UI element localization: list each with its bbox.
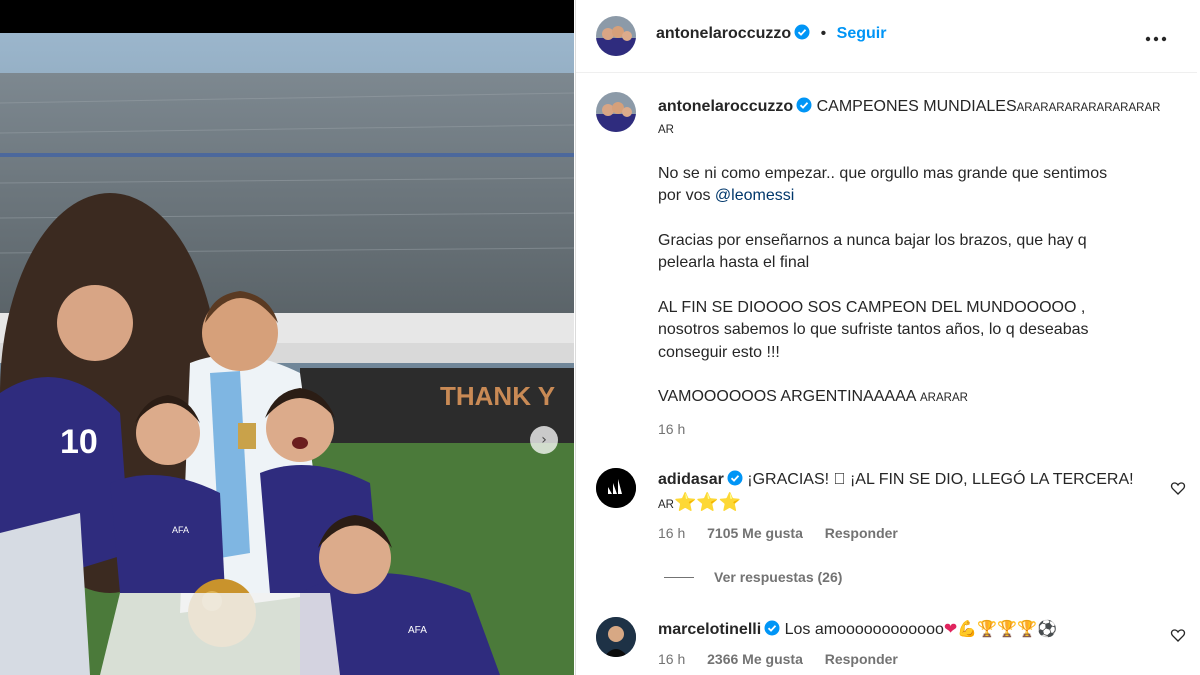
replies-divider xyxy=(664,576,694,578)
crest-text: AFA xyxy=(172,525,189,535)
caption-avatar[interactable] xyxy=(596,92,636,132)
view-replies-button[interactable]: Ver respuestas (26) xyxy=(664,569,842,585)
separator-dot: • xyxy=(820,25,827,42)
emoji-reactions: ❤💪🏆🏆🏆⚽ xyxy=(943,619,1057,638)
verified-badge-icon xyxy=(727,470,743,486)
post-header: antonelaroccuzzo • Seguir xyxy=(576,0,1197,73)
more-horizontal-icon xyxy=(1145,36,1167,42)
comment-avatar-marcelotinelli[interactable] xyxy=(596,617,636,657)
comment-time[interactable]: 16 h xyxy=(658,651,685,667)
verified-badge-icon xyxy=(764,620,780,636)
comment-text: ¡GRACIAS! ⃞ ¡AL FIN SE DIO, LLEGÓ LA TER… xyxy=(747,471,1134,488)
view-replies-label: Ver respuestas (26) xyxy=(714,569,843,585)
comment-username[interactable]: adidasar xyxy=(658,471,724,488)
caption-para4-flags: ARARAR xyxy=(920,392,968,404)
caption-para3-a: AL FIN SE DIOOOO SOS CAMPEON DEL MUNDOOO… xyxy=(658,298,1086,316)
author-username[interactable]: antonelaroccuzzo xyxy=(656,25,791,42)
comment-marcelotinelli: marcelotinelli Los amoooooooooooo❤💪🏆🏆🏆⚽ xyxy=(658,618,1158,642)
mention-link[interactable]: @leomessi xyxy=(715,187,794,204)
like-heart-icon[interactable] xyxy=(1170,627,1186,643)
post-time[interactable]: 16 h xyxy=(658,418,1168,441)
comment-meta: 16 h 2366 Me gusta Responder xyxy=(658,651,916,667)
avatar-image xyxy=(596,617,636,657)
caption-para3-c: conseguir esto !!! xyxy=(658,343,780,361)
caption-flags-2: AR xyxy=(658,123,674,136)
verified-badge-icon xyxy=(796,97,812,113)
crest-text-2: AFA xyxy=(408,625,427,636)
follow-button[interactable]: Seguir xyxy=(837,25,887,42)
comment-time[interactable]: 16 h xyxy=(658,525,685,541)
post-caption: antonelaroccuzzo CAMPEONES MUNDIALESARAR… xyxy=(658,95,1168,440)
comment-likes[interactable]: 7105 Me gusta xyxy=(707,525,803,541)
avatar-image xyxy=(596,16,636,56)
banner-text: THANK Y xyxy=(440,381,555,411)
caption-para2-a: Gracias por enseñarnos a nunca bajar los… xyxy=(658,231,1087,249)
like-heart-icon[interactable] xyxy=(1170,480,1186,496)
comment-text: Los amoooooooooooo xyxy=(784,621,944,638)
chevron-right-icon: › xyxy=(541,432,547,448)
comment-username[interactable]: marcelotinelli xyxy=(658,621,761,638)
post-panel: antonelaroccuzzo • Seguir antonelaroccuz… xyxy=(575,0,1200,675)
adidas-logo-icon xyxy=(596,468,636,508)
caption-flags: ARARARARARARARARAR xyxy=(1016,102,1161,114)
post-photo[interactable]: THANK Y 10 AFA AFA › xyxy=(0,0,574,675)
comment-likes[interactable]: 2366 Me gusta xyxy=(707,651,803,667)
caption-username[interactable]: antonelaroccuzzo xyxy=(658,98,793,115)
more-options-button[interactable] xyxy=(1145,22,1167,48)
stars-icon: ⭐⭐⭐ xyxy=(673,491,742,513)
comment-flag: AR xyxy=(658,498,674,511)
jersey-number: 10 xyxy=(60,423,98,461)
comment-adidasar: adidasar ¡GRACIAS! ⃞ ¡AL FIN SE DIO, LLE… xyxy=(658,469,1158,516)
reply-button[interactable]: Responder xyxy=(825,651,898,667)
caption-para2-b: pelearla hasta el final xyxy=(658,254,810,271)
comment-avatar-adidasar[interactable] xyxy=(596,468,636,508)
comment-meta: 16 h 7105 Me gusta Responder xyxy=(658,525,916,541)
reply-button[interactable]: Responder xyxy=(825,525,898,541)
caption-para1-b: por vos xyxy=(658,187,715,204)
caption-para3-b: nosotros sabemos lo que sufriste tantos … xyxy=(658,321,1089,338)
caption-title: CAMPEONES MUNDIALES xyxy=(816,98,1017,115)
carousel-next-button[interactable]: › xyxy=(530,426,558,454)
caption-para4: VAMOOOOOOS ARGENTINAAAAA xyxy=(658,388,916,405)
verified-badge-icon xyxy=(794,24,810,40)
caption-para1-a: No se ni como empezar.. que orgullo mas … xyxy=(658,164,1108,182)
avatar[interactable] xyxy=(596,16,636,56)
post-image: THANK Y 10 AFA AFA xyxy=(0,33,574,675)
avatar-image xyxy=(596,92,636,132)
